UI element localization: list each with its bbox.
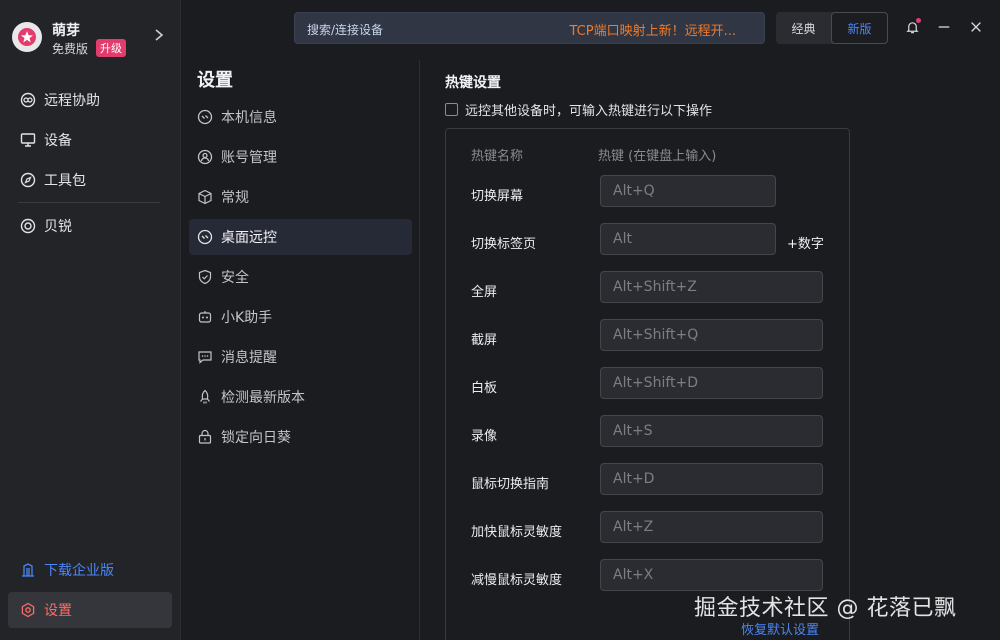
link-icon <box>197 109 213 125</box>
shield-icon <box>198 269 212 285</box>
profile-card[interactable]: 萌芽 免费版 升级 <box>10 18 170 60</box>
column-header-key: 热键 (在键盘上输入) <box>598 149 717 164</box>
avatar[interactable] <box>12 22 42 52</box>
profile-name: 萌芽 <box>52 23 80 39</box>
settings-nav-label: 安全 <box>221 270 249 286</box>
version-toggle: 经典 新版 <box>776 12 888 44</box>
settings-nav-assistant[interactable]: 小K助手 <box>189 299 412 335</box>
hotkey-name: 鼠标切换指南 <box>471 477 550 492</box>
download-enterprise-link[interactable]: 下载企业版 <box>8 552 172 588</box>
notification-dot <box>916 18 921 23</box>
close-button[interactable] <box>967 18 985 36</box>
settings-nav-desktop-remote[interactable]: 桌面远控 <box>189 219 412 255</box>
minimize-icon <box>938 26 950 28</box>
hotkey-name: 切换屏幕 <box>471 189 524 204</box>
hotkey-panel: 热键名称 热键 (在键盘上输入) 切换屏幕 Alt+Q 切换标签页 Alt +数… <box>445 128 850 640</box>
hotkey-input[interactable]: Alt+D <box>600 463 823 495</box>
hotkey-input[interactable]: Alt+X <box>600 559 823 591</box>
sidebar-item-devices[interactable]: 设备 <box>8 122 172 158</box>
settings-nav-label: 锁定向日葵 <box>221 430 291 446</box>
gear-icon <box>21 602 35 618</box>
hotkey-input[interactable]: Alt+Shift+Q <box>600 319 823 351</box>
settings-nav-general[interactable]: 常规 <box>189 179 412 215</box>
hotkey-input[interactable]: Alt+Shift+Z <box>600 271 823 303</box>
settings-nav-device-info[interactable]: 本机信息 <box>189 99 412 135</box>
sidebar-item-settings[interactable]: 设置 <box>8 592 172 628</box>
content-divider <box>419 60 420 640</box>
settings-nav-label: 常规 <box>221 190 249 206</box>
chevron-right-icon[interactable] <box>153 28 165 42</box>
hotkey-suffix: +数字 <box>787 237 824 252</box>
sidebar-item-label: 远程协助 <box>44 93 100 109</box>
close-icon <box>971 22 981 32</box>
compass-icon <box>20 172 36 188</box>
left-sidebar: 萌芽 免费版 升级 远程协助 设备 工具包 贝锐 下载企业版 设置 <box>0 0 181 640</box>
hotkey-name: 加快鼠标灵敏度 <box>471 525 563 540</box>
settings-title: 设置 <box>197 70 233 91</box>
settings-nav-account[interactable]: 账号管理 <box>189 139 412 175</box>
settings-nav-security[interactable]: 安全 <box>189 259 412 295</box>
search-label: 搜索/连接设备 <box>307 23 384 37</box>
hotkey-name: 减慢鼠标灵敏度 <box>471 573 563 588</box>
settings-nav-label: 本机信息 <box>221 110 277 126</box>
upgrade-badge[interactable]: 升级 <box>96 39 126 57</box>
sidebar-item-label: 设置 <box>44 603 72 619</box>
hotkey-name: 切换标签页 <box>471 237 537 252</box>
rocket-icon <box>200 389 210 404</box>
reset-defaults-link[interactable]: 恢复默认设置 <box>741 619 819 638</box>
promo-banner[interactable]: TCP端口映射上新！远程开... <box>570 20 737 39</box>
star-logo-icon <box>18 28 36 46</box>
settings-nav-lock[interactable]: 锁定向日葵 <box>189 419 412 455</box>
robot-icon <box>198 311 212 323</box>
hotkey-enable-row[interactable]: 远控其他设备时，可输入热键进行以下操作 <box>445 100 712 119</box>
hotkey-section-title: 热键设置 <box>445 75 501 91</box>
user-icon <box>197 149 213 165</box>
settings-nav-notifications[interactable]: 消息提醒 <box>189 339 412 375</box>
profile-plan: 免费版 <box>52 42 89 56</box>
sidebar-item-oray[interactable]: 贝锐 <box>8 208 172 244</box>
hotkey-input[interactable]: Alt+S <box>600 415 823 447</box>
lock-icon <box>198 429 212 444</box>
sidebar-item-label: 设备 <box>44 133 72 149</box>
sidebar-item-label: 工具包 <box>44 173 86 189</box>
hotkey-input[interactable]: Alt <box>600 223 776 255</box>
column-header-name: 热键名称 <box>471 149 524 164</box>
hotkey-input[interactable]: Alt+Shift+D <box>600 367 823 399</box>
box-icon <box>198 189 212 205</box>
building-icon <box>22 563 34 577</box>
settings-nav-label: 桌面远控 <box>221 230 277 246</box>
sidebar-item-label: 贝锐 <box>44 219 72 235</box>
sidebar-item-remote-assist[interactable]: 远程协助 <box>8 82 172 118</box>
minimize-button[interactable] <box>935 18 953 36</box>
watermark: 掘金技术社区 @ 花落已飘 <box>694 596 957 621</box>
hotkey-name: 全屏 <box>471 285 498 300</box>
new-mode-button[interactable]: 新版 <box>831 12 888 44</box>
remote-assist-icon <box>20 92 36 108</box>
hotkey-name: 白板 <box>471 381 498 396</box>
hotkey-input[interactable]: Alt+Q <box>600 175 776 207</box>
hotkey-name: 截屏 <box>471 333 498 348</box>
message-icon <box>198 351 212 364</box>
settings-nav-label: 小K助手 <box>221 310 273 326</box>
hotkey-enable-checkbox[interactable] <box>445 103 458 116</box>
hotkey-enable-label: 远控其他设备时，可输入热键进行以下操作 <box>465 104 713 119</box>
monitor-icon <box>20 133 36 147</box>
search-connect-bar[interactable]: 搜索/连接设备 TCP端口映射上新！远程开... <box>294 12 765 44</box>
settings-nav-label: 消息提醒 <box>221 350 277 366</box>
sidebar-item-toolkit[interactable]: 工具包 <box>8 162 172 198</box>
sidebar-divider <box>18 202 160 203</box>
settings-nav-check-update[interactable]: 检测最新版本 <box>189 379 412 415</box>
classic-mode-button[interactable]: 经典 <box>776 12 831 44</box>
download-label: 下载企业版 <box>44 563 114 579</box>
settings-nav-label: 账号管理 <box>221 150 277 166</box>
hotkey-input[interactable]: Alt+Z <box>600 511 823 543</box>
link-icon <box>197 229 213 245</box>
hotkey-name: 录像 <box>471 429 498 444</box>
settings-nav-label: 检测最新版本 <box>221 390 305 406</box>
oray-icon <box>20 218 36 234</box>
notification-button[interactable] <box>903 18 921 36</box>
